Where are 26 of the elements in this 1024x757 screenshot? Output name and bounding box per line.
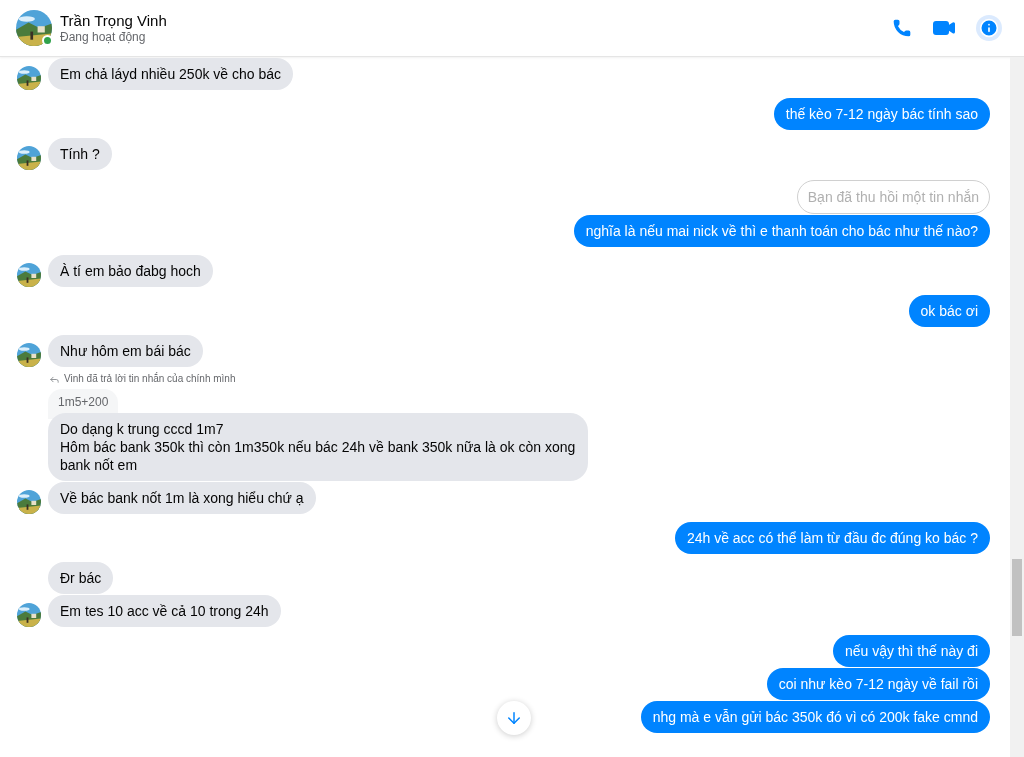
received-message: Em tes 10 acc về cả 10 trong 24h	[48, 595, 281, 627]
sent-message: nhg mà e vẫn gửi bác 350k đó vì có 200k fake cmnd	[640, 701, 990, 733]
sent-message: ok bác ơi	[908, 295, 990, 327]
received-message: À tí em bảo đabg hoch	[48, 255, 213, 287]
received-message: Về bác bank nốt 1m là xong hiểu chứ ạ	[48, 482, 316, 514]
sent-message: nghĩa là nếu mai nick về thì e thanh toán cho bác như thế nào?	[573, 215, 990, 247]
sent-message: thế kèo 7-12 ngày bác tính sao	[773, 98, 990, 130]
received-message: Như hôm em bái bác	[48, 335, 203, 367]
info-button[interactable]	[976, 15, 1002, 41]
received-message: Em chả láyd nhiều 250k về cho bác	[48, 58, 294, 90]
scrollbar[interactable]	[1010, 57, 1024, 757]
scroll-down-button[interactable]	[497, 701, 531, 735]
sent-message: nếu vậy thì thế này đi	[832, 635, 990, 667]
info-icon	[979, 18, 999, 38]
reply-note: Vinh đã trả lời tin nhắn của chính mình	[64, 373, 236, 385]
contact-status: Đang hoạt động	[60, 30, 147, 44]
phone-icon	[892, 18, 912, 38]
sent-message: coi như kèo 7-12 ngày về fail rồi	[766, 668, 990, 700]
scrollbar-thumb[interactable]	[1012, 559, 1022, 636]
received-message: Tính ?	[48, 138, 112, 170]
received-message: Do dạng k trung cccd 1m7 Hôm bác bank 350k thì còn 1m350k nếu bác 24h về bank 350k nữa là ok còn xong bank nốt em	[48, 413, 588, 481]
contact-name: Trần Trọng Vinh	[60, 12, 167, 30]
call-button[interactable]	[892, 18, 912, 38]
received-message: Đr bác	[48, 562, 114, 594]
arrow-down-icon	[505, 709, 523, 727]
sent-message: 24h về acc có thể làm từ đầu đc đúng ko bác ?	[674, 522, 990, 554]
